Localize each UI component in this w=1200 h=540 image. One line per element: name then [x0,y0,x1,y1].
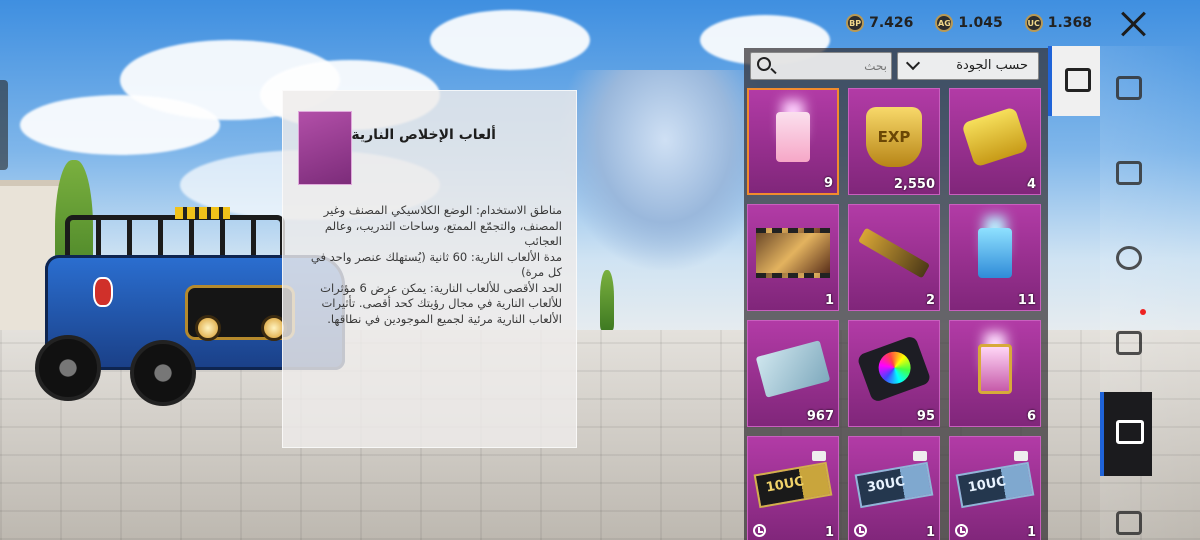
item-10uc-voucher-gold[interactable]: 10UC 1 [747,436,839,540]
gun-part-icon [857,227,931,279]
item-count: 2 [925,293,935,308]
crate-icon [812,451,826,461]
item-count: 9 [823,176,833,191]
category-tabs [1048,46,1100,540]
item-info-panel: ألعاب الإخلاص النارية مناطق الاستخدام: ا… [282,90,577,448]
item-count: 1 [824,293,834,308]
max-fireworks-text: الحد الأقصى للألعاب النارية: يمكن عرض 6 … [320,280,562,326]
ag-currency: AG 1.045 [935,14,1003,32]
crate-icon [1116,420,1144,444]
item-count: 4 [1026,177,1036,192]
item-count: 1 [925,525,935,540]
fireworks-icon [978,228,1012,279]
item-name-card[interactable]: 967 [747,320,839,427]
steering-wheel-icon[interactable] [1116,246,1142,270]
sort-dropdown[interactable]: حسب الجودة [897,52,1039,80]
backpack-icon[interactable] [1116,331,1142,355]
crate-icon [1014,451,1028,461]
search-input[interactable] [779,55,887,77]
item-exp-card[interactable]: EXP 2,550 [848,88,940,195]
floating-island [560,70,770,270]
duration-text: مدة الألعاب النارية: 60 ثانية (يُستهلك ع… [310,249,562,280]
inventory-grid: 9 EXP 2,550 4 1 2 11 967 95 6 10UC 1 30U… [747,88,1041,540]
notification-dot [1140,309,1146,315]
uc-voucher-icon: 30UC [854,462,934,509]
uc-voucher-icon: 10UC [955,462,1035,509]
item-count: 11 [1017,293,1036,308]
item-30uc-voucher[interactable]: 30UC 1 [848,436,940,540]
currency-bar: BP 7.426 AG 1.045 UC 1.368 [846,14,1092,32]
name-card-icon [755,340,831,399]
item-description: مناطق الاستخدام: الوضع الكلاسيكي المصنف … [295,203,562,327]
item-puzzle-piece[interactable]: 4 [949,88,1041,195]
chevron-down-icon [905,55,921,71]
search-box[interactable] [750,52,892,80]
item-count: 1 [1026,525,1036,540]
uc-voucher-icon: 10UC [753,462,833,509]
item-gun-part[interactable]: 2 [848,204,940,311]
item-count: 967 [806,409,834,424]
bp-coin-icon: BP [846,14,865,32]
ag-amount: 1.045 [958,15,1003,31]
item-blue-fireworks[interactable]: 11 [949,204,1041,311]
character-icon[interactable] [1116,76,1142,100]
item-film-reel[interactable]: 1 [747,204,839,311]
item-gold-fireworks[interactable]: 6 [949,320,1041,427]
uc-currency: UC 1.368 [1024,14,1092,32]
close-icon[interactable] [1118,8,1150,40]
clock-icon [955,524,968,537]
fireworks-icon [978,344,1012,395]
bp-amount: 7.426 [869,15,914,31]
item-10uc-voucher[interactable]: 10UC 1 [949,436,1041,540]
puzzle-icon [961,106,1029,168]
clock-icon [753,524,766,537]
color-palette-icon [856,335,932,404]
pistol-icon[interactable] [1116,161,1142,185]
item-count: 6 [1026,409,1036,424]
tab-crates[interactable] [1048,46,1100,116]
crate-icon [1065,68,1091,92]
exp-icon: EXP [866,107,922,168]
sort-selected-label: حسب الجودة [956,58,1028,73]
profile-icon[interactable] [1116,511,1142,535]
side-drawer-handle[interactable] [0,80,8,170]
usage-areas-text: مناطق الاستخدام: الوضع الكلاسيكي المصنف … [323,203,562,248]
crate-icon [913,451,927,461]
item-devotion-fireworks[interactable]: 9 [747,88,839,195]
search-icon[interactable] [757,57,771,71]
clock-icon [854,524,867,537]
item-title: ألعاب الإخلاص النارية [351,127,496,143]
ag-coin-icon: AG [935,14,954,32]
uc-coin-icon: UC [1024,14,1043,32]
item-color-palette[interactable]: 95 [848,320,940,427]
item-count: 2,550 [893,177,935,192]
item-count: 1 [824,525,834,540]
item-thumbnail [298,111,352,185]
film-reel-icon [756,228,830,279]
uc-amount: 1.368 [1047,15,1092,31]
tab-inventory[interactable] [1100,392,1152,476]
fireworks-icon [776,112,810,163]
bp-currency: BP 7.426 [846,14,913,32]
item-count: 95 [916,409,935,424]
